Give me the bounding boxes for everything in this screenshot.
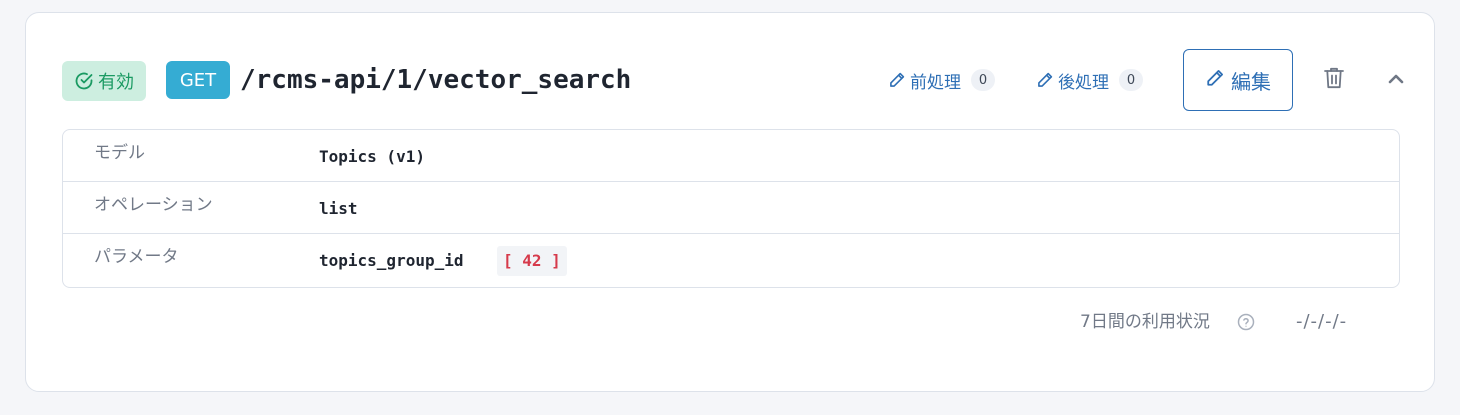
- edit-button[interactable]: 編集: [1183, 49, 1293, 111]
- edit-label: 編集: [1231, 69, 1271, 94]
- http-method-badge: GET: [166, 61, 230, 99]
- pencil-icon: [1036, 71, 1054, 89]
- collapse-button[interactable]: [1382, 68, 1410, 92]
- pencil-icon: [888, 71, 906, 89]
- model-value: Topics (v1): [319, 147, 425, 166]
- postprocess-count-badge: 0: [1119, 69, 1143, 91]
- detail-row-parameters: パラメータ topics_group_id [ 42 ]: [63, 234, 1399, 287]
- postprocess-label: 後処理: [1058, 72, 1109, 93]
- trash-icon: [1323, 66, 1345, 94]
- chevron-up-icon: [1386, 71, 1406, 90]
- endpoint-path: /rcms-api/1/vector_search: [240, 65, 632, 95]
- endpoint-detail-table: モデル Topics (v1) オペレーション list パラメータ topic…: [62, 129, 1400, 288]
- pencil-icon: [1205, 68, 1225, 93]
- preprocess-link[interactable]: 前処理 0: [888, 67, 995, 93]
- delete-button[interactable]: [1320, 66, 1348, 94]
- endpoint-card: 有効 GET /rcms-api/1/vector_search 前処理 0 後…: [25, 12, 1435, 392]
- parameters-label: パラメータ: [94, 247, 179, 267]
- preprocess-label: 前処理: [910, 72, 961, 93]
- parameter-value: [ 42 ]: [497, 246, 567, 276]
- preprocess-count-badge: 0: [971, 69, 995, 91]
- postprocess-link[interactable]: 後処理 0: [1036, 67, 1143, 93]
- model-label: モデル: [94, 143, 145, 163]
- check-circle-icon: [74, 71, 94, 91]
- usage-value: -/-/-/-: [1296, 311, 1348, 332]
- detail-row-model: モデル Topics (v1): [63, 130, 1399, 182]
- status-badge: 有効: [62, 61, 146, 101]
- status-label: 有効: [98, 72, 134, 93]
- parameter-name: topics_group_id: [319, 251, 464, 270]
- operation-value: list: [319, 199, 358, 218]
- operation-label: オペレーション: [94, 195, 213, 215]
- question-circle-icon[interactable]: [1236, 312, 1256, 332]
- usage-label: 7日間の利用状況: [1080, 312, 1210, 332]
- endpoint-header: 有効 GET /rcms-api/1/vector_search 前処理 0 後…: [62, 49, 1404, 111]
- detail-row-operation: オペレーション list: [63, 182, 1399, 234]
